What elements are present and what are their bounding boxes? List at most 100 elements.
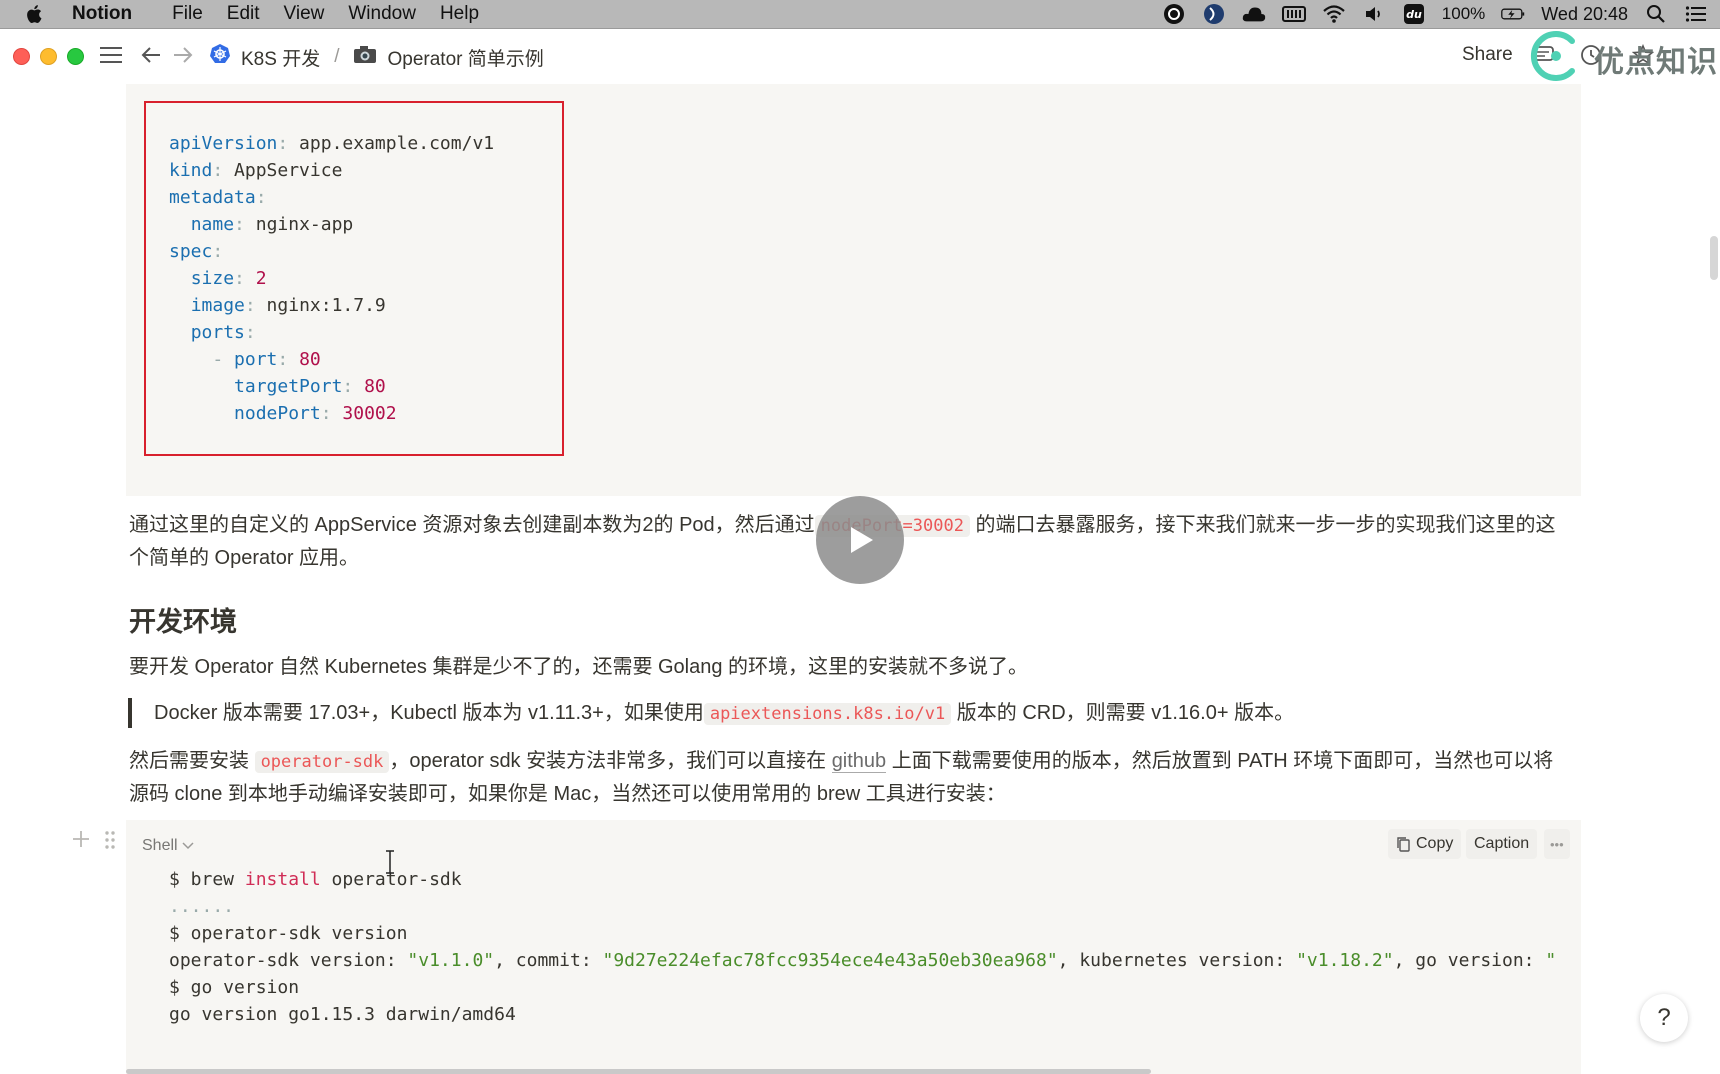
code-token: $ brew <box>169 869 245 890</box>
menu-file[interactable]: File <box>172 3 203 25</box>
code-token: $ go version <box>169 977 300 998</box>
camera-icon <box>353 44 377 70</box>
code-token: : <box>277 133 289 154</box>
code-line: spec: <box>169 238 494 265</box>
du-app-icon[interactable]: du <box>1402 3 1426 25</box>
cloud-app-icon[interactable] <box>1242 3 1266 25</box>
text-cursor <box>384 850 396 880</box>
code-token: : <box>234 214 245 235</box>
volume-icon[interactable] <box>1362 3 1386 25</box>
quote-text-before: Docker 版本需要 17.03+，Kubectl 版本为 v1.11.3+，… <box>154 702 704 724</box>
code-token: nodePort <box>234 403 321 424</box>
video-play-button[interactable] <box>816 496 904 584</box>
code-line: $ brew install operator-sdk <box>169 866 1581 893</box>
code-line: targetPort: 80 <box>169 373 494 400</box>
github-link[interactable]: github <box>831 750 887 773</box>
svg-text:du: du <box>1406 8 1422 21</box>
code-token: : <box>255 187 267 208</box>
code-token: , commit: <box>494 950 603 971</box>
menu-view[interactable]: View <box>284 3 325 25</box>
breadcrumb-page[interactable]: Operator 简单示例 <box>387 44 543 71</box>
code-line: name: nginx-app <box>169 211 494 238</box>
window-maximize-button[interactable] <box>67 48 84 65</box>
code-token: 80 <box>364 376 386 397</box>
section-heading[interactable]: 开发环境 <box>129 600 237 639</box>
code-token: , kubernetes version: <box>1057 950 1297 971</box>
inline-code-apiextensions: apiextensions.k8s.io/v1 <box>703 703 952 725</box>
code-token: nginx:1.7.9 <box>255 295 386 316</box>
caption-button[interactable]: Caption <box>1466 829 1538 859</box>
wifi-icon[interactable] <box>1322 3 1346 25</box>
battery-icon[interactable] <box>1501 3 1525 25</box>
forward-arrow-icon[interactable] <box>170 42 196 68</box>
watermark-logo-icon <box>1530 31 1575 81</box>
code-token: 30002 <box>342 403 397 424</box>
quote-block[interactable]: Docker 版本需要 17.03+，Kubectl 版本为 v1.11.3+，… <box>154 697 1554 730</box>
language-label: Shell <box>142 837 178 854</box>
globe-app-icon[interactable] <box>1202 3 1226 25</box>
code-line: $ operator-sdk version <box>169 920 1581 947</box>
shell-code[interactable]: $ brew install operator-sdk...... $ opera… <box>169 866 1581 1028</box>
code-token: , go version: <box>1393 950 1546 971</box>
code-token: "v1.18.2" <box>1296 950 1394 971</box>
more-options-button[interactable]: ••• <box>1544 829 1570 859</box>
paragraph-requirements[interactable]: 要开发 Operator 自然 Kubernetes 集群是少不了的，还需要 G… <box>129 651 1569 683</box>
code-token: 80 <box>299 349 321 370</box>
code-token: $ operator-sdk version <box>169 923 408 944</box>
window-close-button[interactable] <box>13 48 30 65</box>
shell-code-block[interactable]: Shell Copy Caption ••• $ brew install op… <box>126 820 1581 1074</box>
code-token: AppService <box>223 160 343 181</box>
code-token: : <box>244 295 256 316</box>
drag-handle-icon[interactable] <box>104 830 116 856</box>
code-token: ports <box>190 322 245 343</box>
paragraph-operator-sdk[interactable]: 然后需要安装 operator-sdk ，operator sdk 安装方法非常多… <box>129 745 1569 810</box>
list-icon[interactable] <box>1684 3 1708 25</box>
code-token: " <box>1545 950 1557 971</box>
back-arrow-icon[interactable] <box>138 42 164 68</box>
menubar-clock[interactable]: Wed 20:48 <box>1541 4 1628 25</box>
code-line: - port: 80 <box>169 346 494 373</box>
memory-icon[interactable] <box>1281 3 1306 25</box>
share-button[interactable]: Share <box>1462 44 1513 66</box>
code-token: apiVersion <box>169 133 278 154</box>
code-line: metadata: <box>169 184 494 211</box>
code-token: : <box>212 241 224 262</box>
yaml-code[interactable]: apiVersion: app.example.com/v1 kind: AppS… <box>169 130 494 427</box>
yaml-code-block[interactable]: apiVersion: app.example.com/v1 kind: AppS… <box>126 84 1581 496</box>
plus-icon[interactable] <box>72 830 90 854</box>
code-token: install <box>244 869 321 890</box>
hamburger-icon[interactable] <box>98 42 124 68</box>
copy-button[interactable]: Copy <box>1388 829 1462 859</box>
watermark: 优点知识 <box>1530 29 1717 81</box>
horizontal-scrollbar[interactable] <box>126 1069 1151 1074</box>
code-token: : <box>342 376 354 397</box>
quote-bar <box>128 698 132 728</box>
code-token: targetPort <box>234 376 343 397</box>
creative-cloud-icon[interactable] <box>1162 3 1186 25</box>
menu-edit[interactable]: Edit <box>227 3 260 25</box>
vertical-scrollbar[interactable] <box>1710 236 1718 280</box>
code-token: "9d27e224efac78fcc9354ece4e43a50eb30ea96… <box>602 950 1058 971</box>
breadcrumb-k8s[interactable]: K8S 开发 <box>241 44 320 71</box>
window-minimize-button[interactable] <box>40 48 57 65</box>
code-token: - <box>212 349 224 370</box>
search-icon[interactable] <box>1644 3 1668 25</box>
code-token: spec <box>169 241 213 262</box>
help-button[interactable]: ? <box>1640 994 1688 1042</box>
breadcrumb-separator: / <box>334 46 340 67</box>
chevron-down-icon <box>182 842 194 850</box>
app-menu-notion[interactable]: Notion <box>72 3 132 25</box>
menu-window[interactable]: Window <box>348 3 416 25</box>
language-select[interactable]: Shell <box>142 837 194 855</box>
code-line: image: nginx:1.7.9 <box>169 292 494 319</box>
menu-help[interactable]: Help <box>440 3 479 25</box>
apple-icon[interactable] <box>24 3 46 25</box>
